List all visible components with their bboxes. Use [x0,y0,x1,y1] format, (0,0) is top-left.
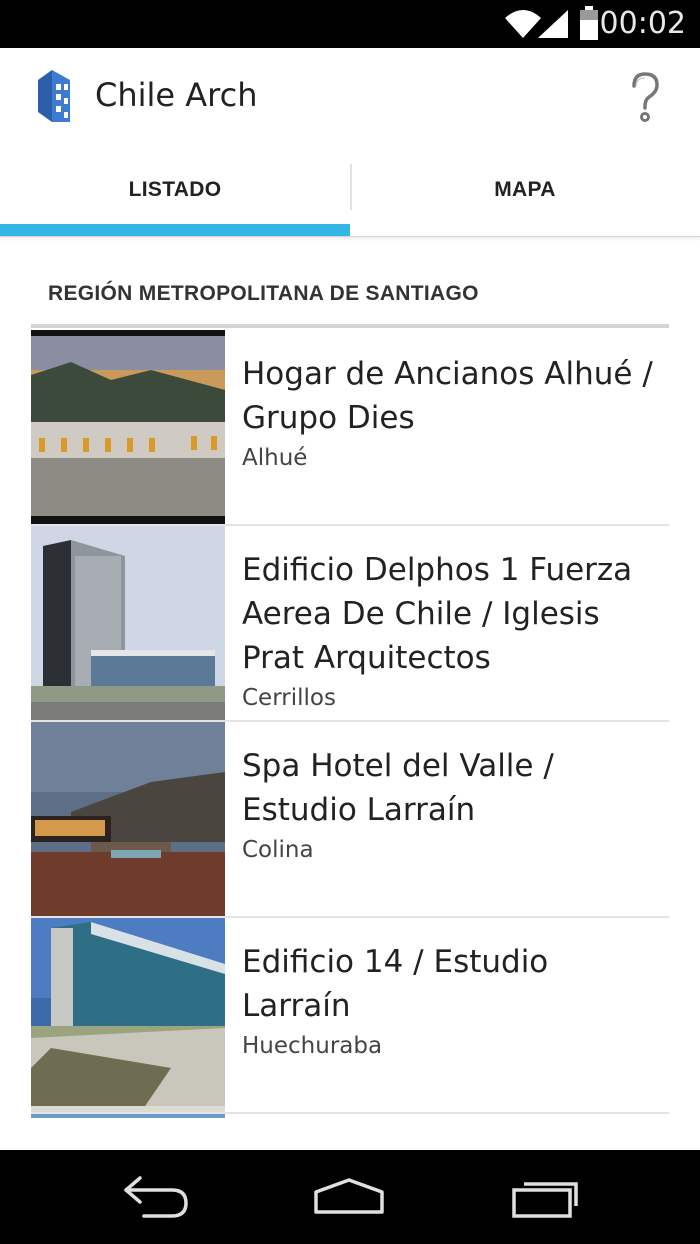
back-icon[interactable] [120,1174,190,1220]
tab-mapa-label: MAPA [494,178,556,201]
action-bar: Chile Arch [0,48,700,144]
project-thumbnail [31,722,225,916]
tab-mapa[interactable]: MAPA [350,144,700,236]
item-text: Edificio 14 / Estudio Larraín Huechuraba [242,940,662,1064]
home-icon[interactable] [312,1174,386,1220]
item-location: Colina [242,837,314,863]
item-title: Edificio 14 / Estudio Larraín [242,944,549,1024]
list-item[interactable]: Edificio 14 / Estudio Larraín Huechuraba [31,918,669,1114]
tab-listado-label: LISTADO [128,178,222,201]
project-thumbnail [31,526,225,720]
status-bar: 00:02 [0,0,700,48]
tab-selected-indicator [0,224,350,236]
recent-apps-icon[interactable] [510,1174,582,1220]
item-location: Cerrillos [242,685,336,711]
next-thumbnail-peek [31,1114,225,1118]
item-text: Hogar de Ancianos Alhué / Grupo Dies Alh… [242,352,662,476]
help-icon[interactable] [622,70,668,124]
item-location: Huechuraba [242,1033,383,1059]
building-logo-icon [38,70,70,122]
section-header: REGIÓN METROPOLITANA DE SANTIAGO [48,282,479,305]
list-item[interactable]: Spa Hotel del Valle / Estudio Larraín Co… [31,722,669,918]
navigation-bar [0,1150,700,1244]
item-text: Spa Hotel del Valle / Estudio Larraín Co… [242,744,662,868]
project-thumbnail [31,918,225,1112]
section-divider [31,324,669,328]
project-list: Hogar de Ancianos Alhué / Grupo Dies Alh… [31,330,669,1114]
item-location: Alhué [242,445,308,471]
battery-icon [580,6,598,40]
app-title: Chile Arch [95,76,258,114]
list-item[interactable]: Hogar de Ancianos Alhué / Grupo Dies Alh… [31,330,669,526]
item-title: Spa Hotel del Valle / Estudio Larraín [242,748,554,828]
signal-icon [538,10,568,38]
item-text: Edificio Delphos 1 Fuerza Aerea De Chile… [242,548,662,716]
status-time: 00:02 [599,6,686,41]
tab-listado[interactable]: LISTADO [0,144,350,236]
list-item[interactable]: Edificio Delphos 1 Fuerza Aerea De Chile… [31,526,669,722]
project-thumbnail [31,330,225,524]
tab-bar: LISTADO MAPA [0,144,700,237]
item-title: Hogar de Ancianos Alhué / Grupo Dies [242,356,653,436]
item-title: Edificio Delphos 1 Fuerza Aerea De Chile… [242,552,633,676]
